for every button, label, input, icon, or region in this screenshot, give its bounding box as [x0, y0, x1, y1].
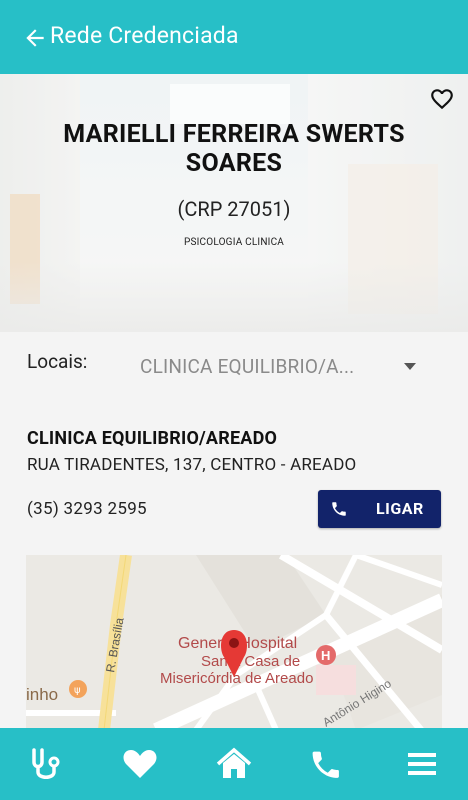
heart-icon[interactable] [120, 746, 160, 782]
clinic-phone: (35) 3293 2595 [27, 499, 147, 519]
provider-registry: (CRP 27051) [177, 197, 291, 221]
heart-outline-icon[interactable] [428, 86, 456, 112]
clinic-address: RUA TIRADENTES, 137, CENTRO - AREADO [27, 455, 357, 475]
bottom-navigation [0, 728, 468, 800]
stethoscope-icon[interactable] [26, 746, 66, 782]
map-label-left: inho [26, 685, 58, 704]
locais-selected-value: CLINICA EQUILIBRIO/A... [140, 355, 355, 378]
provider-specialty: PSICOLOGIA CLINICA [183, 237, 285, 248]
svg-text:ψ: ψ [74, 685, 81, 696]
phone-icon[interactable] [308, 746, 348, 782]
arrow-left-icon[interactable] [22, 25, 48, 51]
chevron-down-icon [404, 363, 416, 370]
locais-dropdown[interactable]: CLINICA EQUILIBRIO/A... [140, 350, 430, 382]
call-button[interactable]: LIGAR [318, 490, 441, 528]
map-poi-line2: Santa Casa de [201, 653, 300, 670]
home-icon[interactable] [214, 746, 254, 782]
map-canvas: ψ H inho R. Brasília General Hospital Sa… [26, 555, 442, 730]
page-title: Rede Credenciada [50, 22, 239, 49]
locais-label: Locais: [27, 350, 88, 373]
phone-icon [332, 502, 346, 516]
call-button-label: LIGAR [376, 499, 424, 518]
map-poi-line3: Misericórdia de Areado [160, 670, 313, 687]
location-map[interactable]: ψ H inho R. Brasília General Hospital Sa… [26, 555, 442, 730]
menu-icon[interactable] [402, 746, 442, 782]
provider-name: MARIELLI FERREIRA SWERTS SOARES [63, 120, 405, 178]
top-app-bar: Rede Credenciada [0, 0, 468, 74]
clinic-name: CLINICA EQUILIBRIO/AREADO [27, 428, 278, 449]
hospital-badge: H [321, 648, 330, 663]
